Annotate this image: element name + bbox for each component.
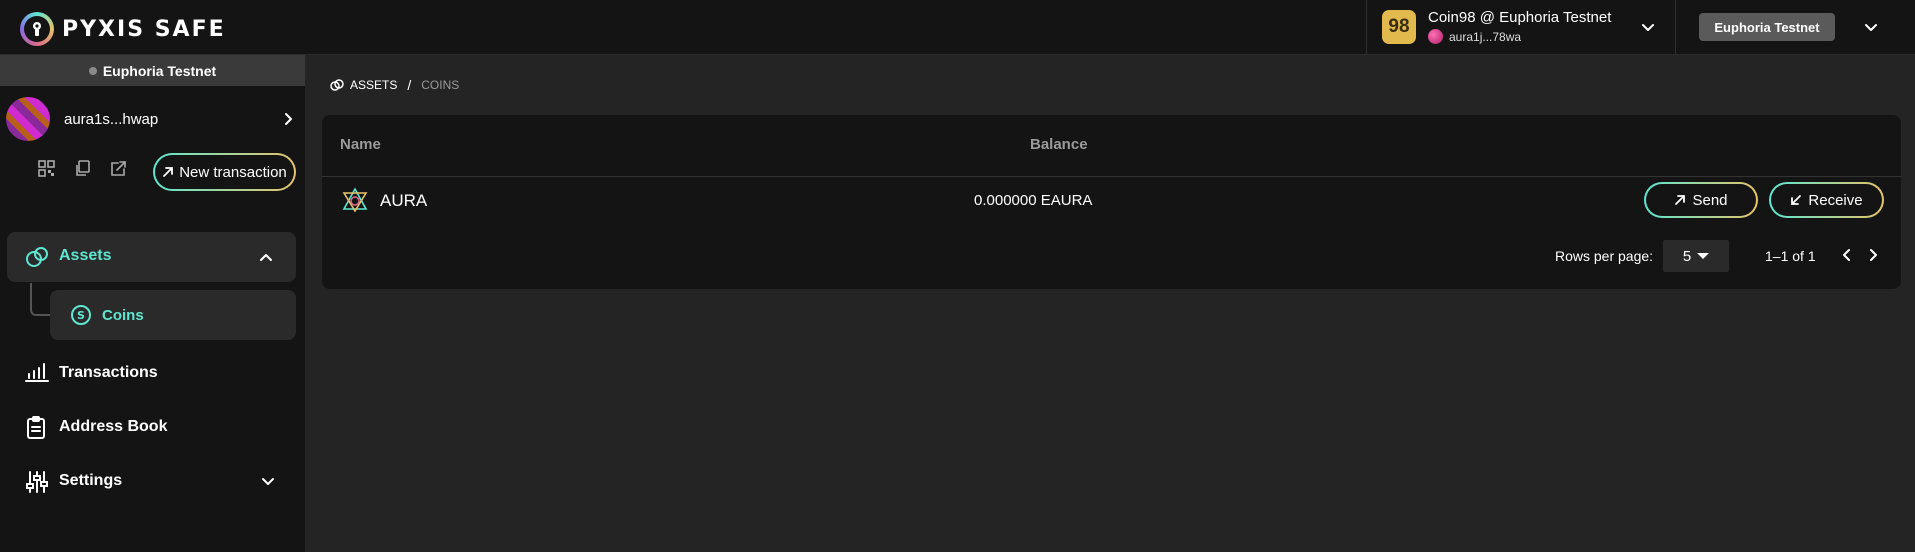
safe-tools [38,160,127,177]
address-book-icon [27,416,45,439]
arrow-up-right-icon [163,167,174,177]
settings-sliders-icon [26,471,48,493]
aura-token-icon [342,187,368,213]
transactions-icon [25,363,49,382]
top-header: PYXIS SAFE 98 Coin98 @ Euphoria Testnet … [0,0,1915,55]
network-button[interactable]: Euphoria Testnet [1699,13,1835,41]
sidebar-item-coins[interactable]: S Coins [50,290,296,340]
safe-avatar [6,97,50,141]
sidebar-item-assets[interactable]: Assets [7,232,296,282]
table-divider [322,176,1901,177]
sidebar-item-transactions[interactable]: Transactions [25,358,296,388]
coin98-wallet-icon: 98 [1382,10,1416,44]
rows-per-page-value: 5 [1682,247,1692,265]
sidebar-item-label: Address Book [59,418,168,435]
chevron-down-icon[interactable] [1862,18,1880,36]
wallet-avatar [1428,29,1443,44]
copy-icon[interactable] [74,160,91,177]
chevron-right-icon[interactable] [1865,247,1881,263]
column-header-name: Name [340,136,381,153]
brand-logo[interactable]: PYXIS SAFE [20,12,226,46]
sidebar-item-address-book[interactable]: Address Book [25,412,296,442]
receive-label: Receive [1808,191,1863,209]
breadcrumb-separator: / [407,77,412,93]
breadcrumb-coins: COINS [421,78,460,92]
chevron-down-icon[interactable] [260,474,276,490]
caret-down-icon [1697,253,1710,259]
pyxis-logo-icon [20,12,54,46]
assets-icon [330,79,344,91]
sidebar-item-label: Transactions [59,364,158,381]
receive-button[interactable]: Receive [1769,182,1884,218]
chevron-right-icon[interactable] [280,111,296,127]
pagination-range: 1–1 of 1 [1765,248,1816,264]
send-button[interactable]: Send [1644,182,1758,218]
external-link-icon[interactable] [110,160,127,177]
chevron-left-icon[interactable] [1839,247,1855,263]
coins-table-card: Name Balance AURA 0.000000 EAURA Send Re… [322,115,1901,289]
sidebar-item-settings[interactable]: Settings [25,466,296,496]
breadcrumb: ASSETS / COINS [330,77,459,93]
network-status-dot [88,66,97,75]
chevron-up-icon[interactable] [258,249,274,265]
wallet-address: aura1j...78wa [1449,29,1522,44]
brand-name: PYXIS SAFE [62,16,226,42]
arrow-up-right-icon [1675,195,1686,205]
network-banner: Euphoria Testnet [0,55,305,86]
qr-code-icon[interactable] [38,160,55,177]
network-banner-label: Euphoria Testnet [102,62,217,79]
safe-selector[interactable]: aura1s...hwap [6,97,296,143]
svg-text:S: S [77,309,85,322]
sidebar-item-label: Coins [102,307,144,324]
chevron-down-icon[interactable] [1639,18,1657,36]
rows-per-page-label: Rows per page: [1555,248,1654,264]
assets-icon [26,247,48,267]
send-label: Send [1692,191,1728,209]
coin-name: AURA [380,191,428,210]
wallet-address-row: aura1j...78wa [1428,29,1521,44]
wallet-name: Coin98 @ Euphoria Testnet [1428,9,1612,26]
tree-connector [30,283,50,316]
column-header-balance: Balance [1030,136,1088,153]
breadcrumb-assets[interactable]: ASSETS [350,78,397,92]
safe-address: aura1s...hwap [64,111,159,128]
arrow-down-left-icon [1791,195,1802,205]
new-transaction-label: New transaction [179,163,287,181]
sidebar-item-label: Settings [59,472,123,489]
wallet-selector[interactable]: 98 Coin98 @ Euphoria Testnet aura1j...78… [1366,0,1676,55]
coin-icon: S [71,305,91,325]
coin-balance: 0.000000 EAURA [974,192,1093,209]
sidebar-item-label: Assets [59,247,112,264]
rows-per-page-select[interactable]: 5 [1663,240,1729,272]
new-transaction-button[interactable]: New transaction [153,153,296,191]
